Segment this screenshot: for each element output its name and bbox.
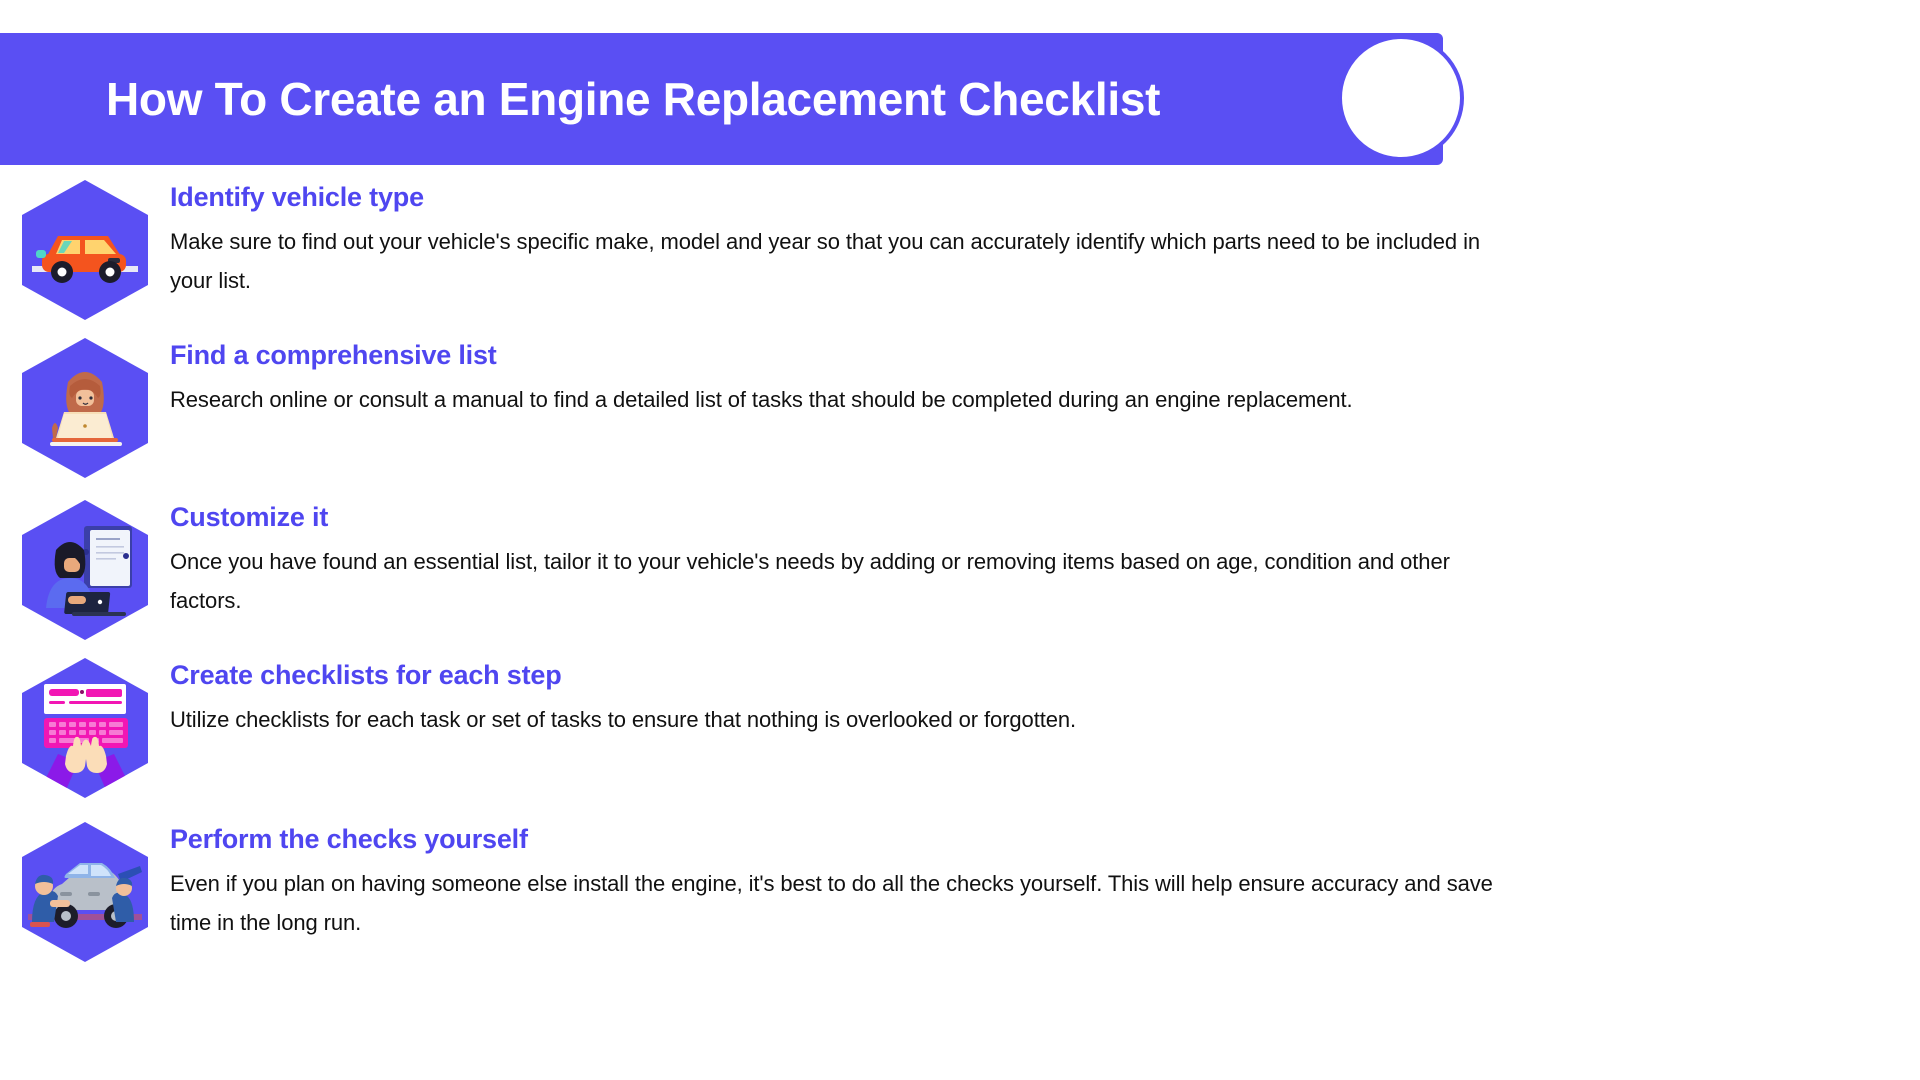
page-title: How To Create an Engine Replacement Chec…	[106, 73, 1161, 125]
list-item: Identify vehicle type Make sure to find …	[0, 176, 1920, 320]
hexagon-woman-with-document-board-icon	[22, 500, 148, 640]
step-description: Research online or consult a manual to f…	[170, 387, 1353, 413]
step-text-block: Perform the checks yourself Even if you …	[170, 818, 1920, 942]
step-icon-container	[0, 496, 170, 640]
hexagon-mechanics-repairing-car-icon	[22, 822, 148, 962]
step-description: Once you have found an essential list, t…	[170, 549, 1450, 614]
step-title: Identify vehicle type	[170, 182, 424, 212]
step-title: Find a comprehensive list	[170, 340, 497, 370]
step-title: Perform the checks yourself	[170, 824, 528, 854]
header-banner: How To Create an Engine Replacement Chec…	[0, 33, 1443, 165]
hexagon-woman-at-laptop-icon	[22, 338, 148, 478]
step-text-block: Create checklists for each step Utilize …	[170, 654, 1920, 739]
list-item: Perform the checks yourself Even if you …	[0, 818, 1920, 962]
step-icon-container	[0, 176, 170, 320]
list-item: Create checklists for each step Utilize …	[0, 654, 1920, 798]
step-description: Make sure to find out your vehicle's spe…	[170, 229, 1480, 294]
decorative-circle-icon	[1338, 35, 1464, 161]
step-title: Customize it	[170, 502, 329, 532]
list-item: Customize it Once you have found an esse…	[0, 496, 1920, 640]
step-text-block: Identify vehicle type Make sure to find …	[170, 176, 1920, 300]
step-text-block: Customize it Once you have found an esse…	[170, 496, 1920, 620]
steps-list: Identify vehicle type Make sure to find …	[0, 176, 1920, 962]
hexagon-hands-typing-keyboard-icon	[22, 658, 148, 798]
step-description: Even if you plan on having someone else …	[170, 871, 1493, 936]
list-item: Find a comprehensive list Research onlin…	[0, 334, 1920, 478]
infographic-page: How To Create an Engine Replacement Chec…	[0, 0, 1920, 1080]
step-description: Utilize checklists for each task or set …	[170, 707, 1077, 733]
step-text-block: Find a comprehensive list Research onlin…	[170, 334, 1920, 419]
hexagon-orange-car-icon	[22, 180, 148, 320]
step-icon-container	[0, 818, 170, 962]
step-icon-container	[0, 654, 170, 798]
step-title: Create checklists for each step	[170, 660, 562, 690]
step-icon-container	[0, 334, 170, 478]
